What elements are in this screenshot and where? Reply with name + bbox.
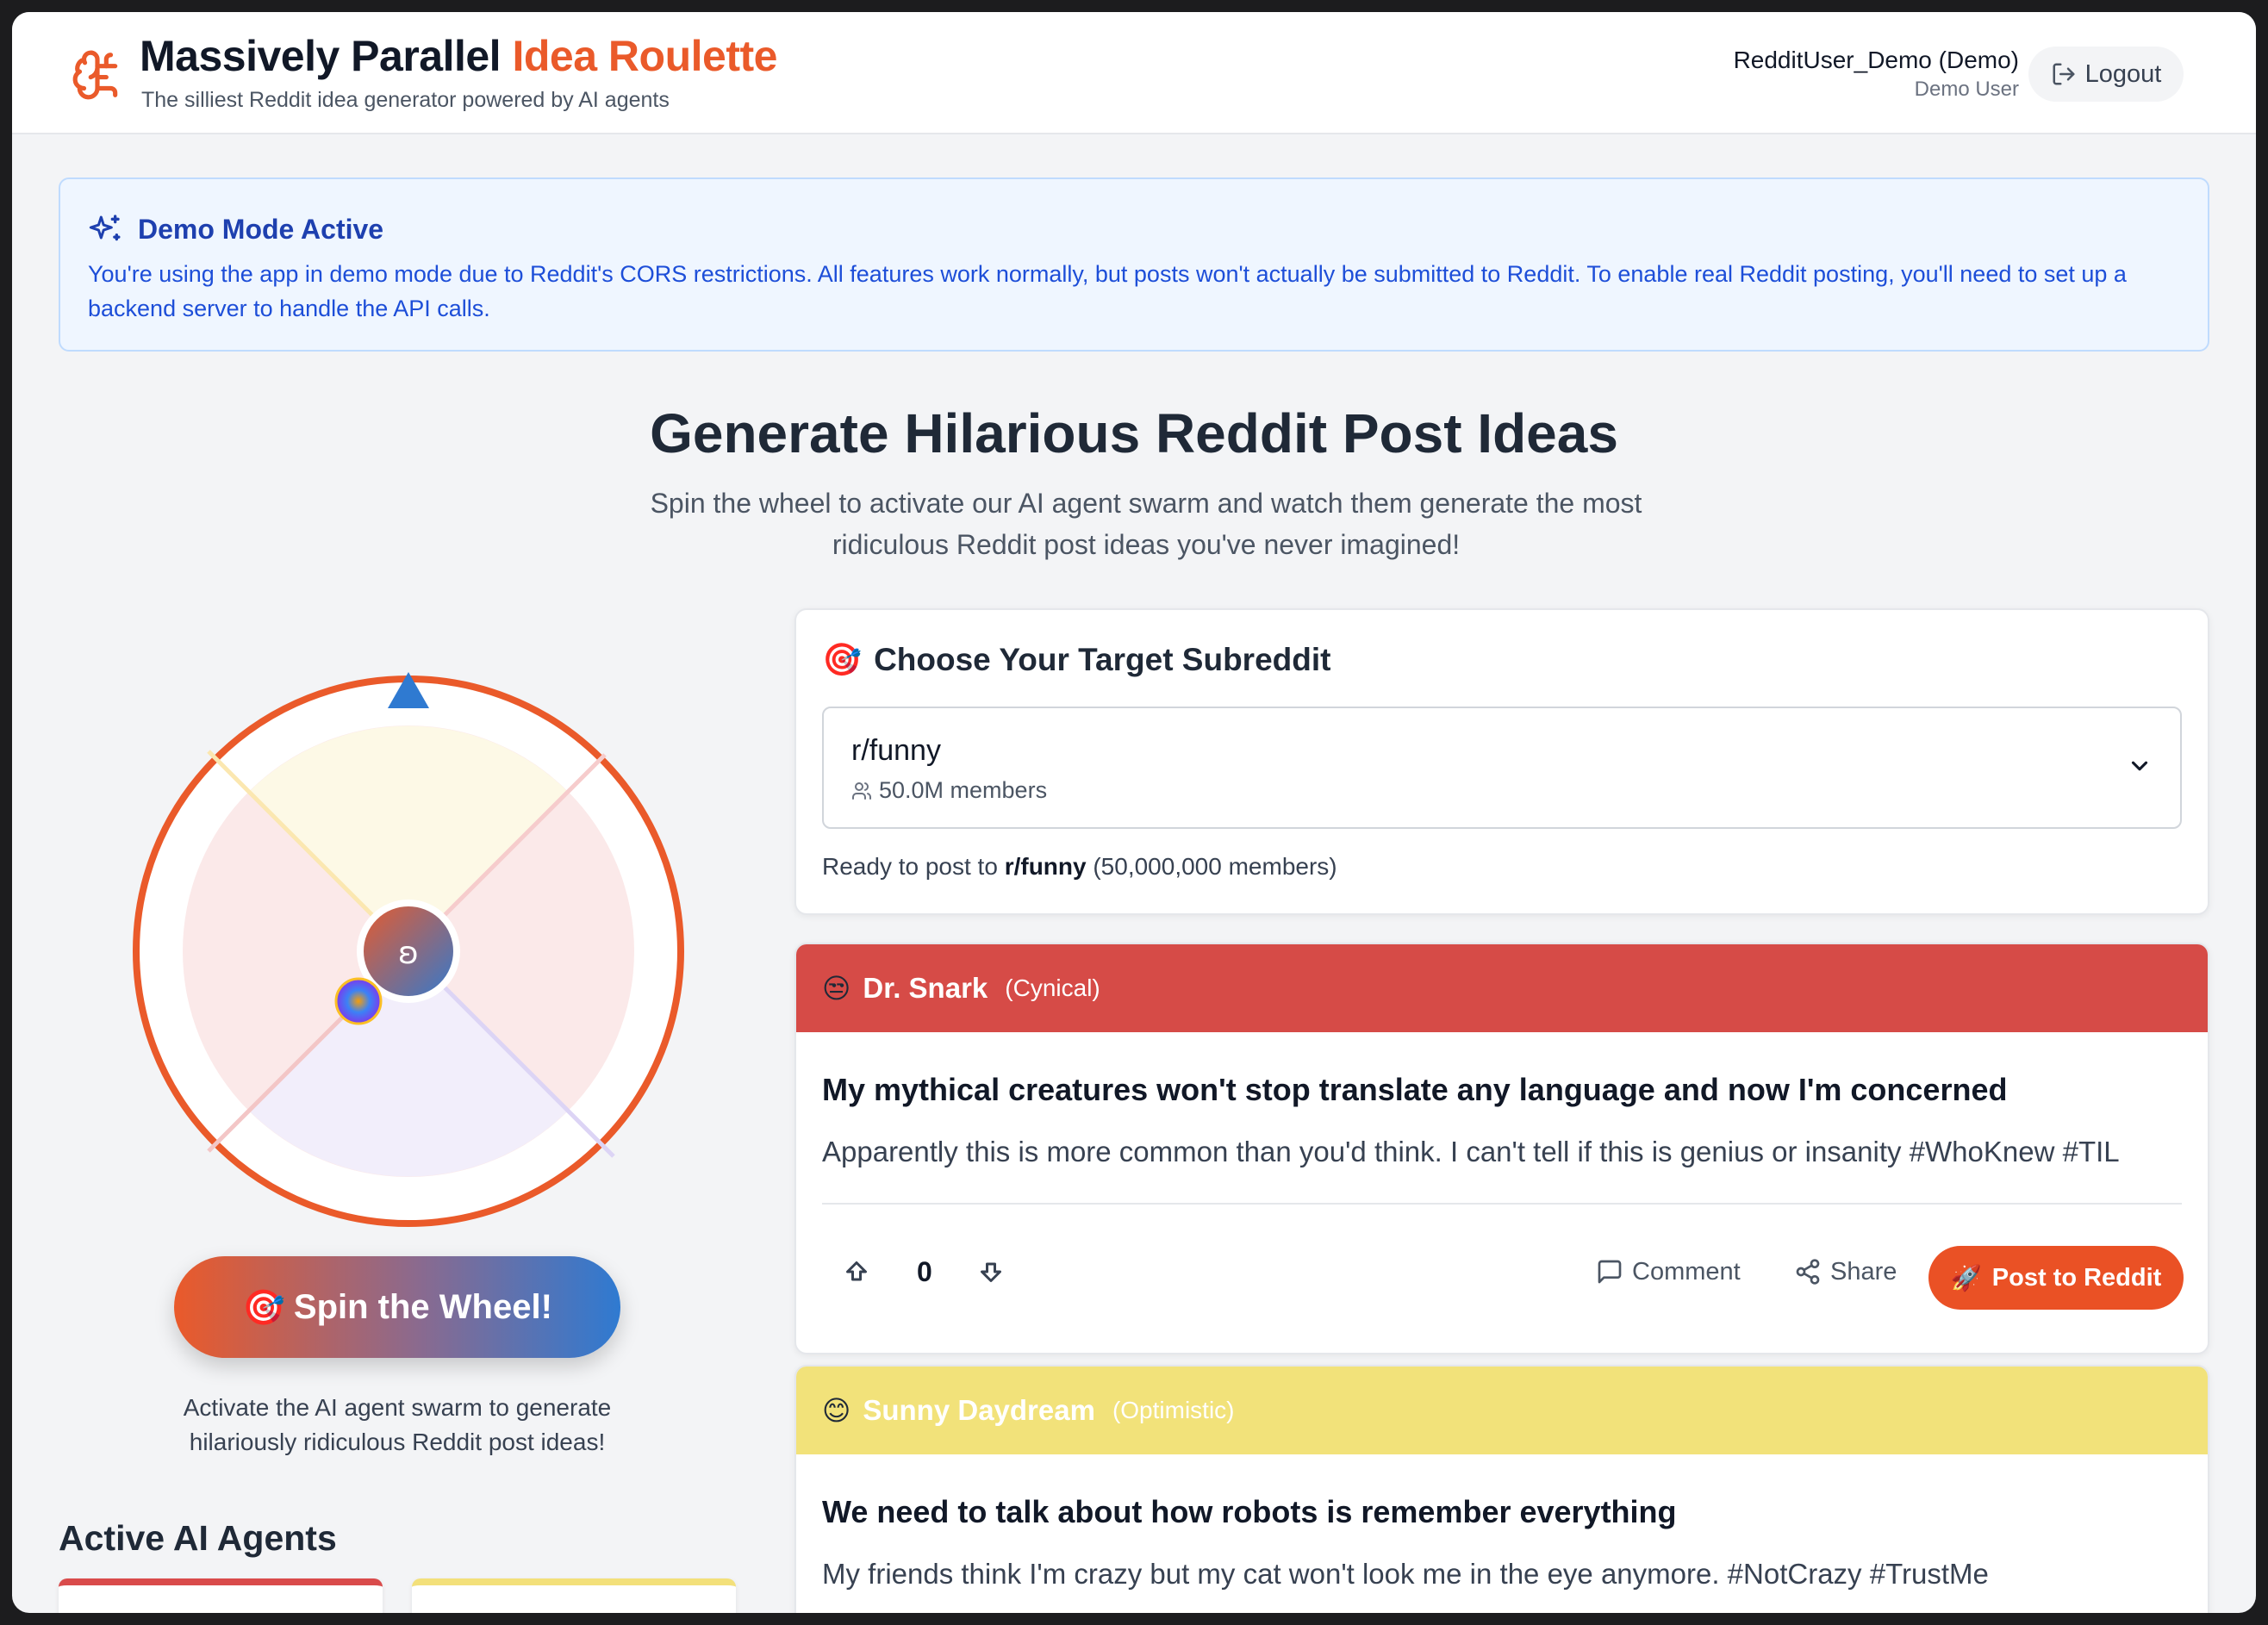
- app-subtitle: The silliest Reddit idea generator power…: [141, 88, 670, 112]
- banner-text: You're using the app in demo mode due to…: [88, 261, 2127, 321]
- page-subtitle: Spin the wheel to activate our AI agent …: [650, 488, 1642, 560]
- target-icon: 🎯: [822, 641, 863, 678]
- post-to-reddit-button[interactable]: 🚀 Post to Reddit: [1928, 1246, 2184, 1310]
- idea-card-header: 😒 Dr. Snark (Cynical): [796, 944, 2208, 1032]
- app-window: Massively Parallel Idea Roulette The sil…: [12, 12, 2256, 1613]
- user-name: RedditUser_Demo (Demo): [1733, 47, 2019, 73]
- comment-button[interactable]: Comment: [1596, 1253, 1741, 1291]
- spin-wheel-button[interactable]: 🎯 Spin the Wheel!: [174, 1256, 620, 1358]
- vote-count: 0: [917, 1256, 932, 1287]
- subreddit-members: 50.0M members: [851, 777, 1047, 804]
- subreddit-select[interactable]: r/funny 50.0M members: [822, 707, 2182, 829]
- rocket-icon: 🚀: [1950, 1262, 1982, 1292]
- upvote-arrow-icon[interactable]: [841, 1256, 872, 1287]
- sparkles-icon: [89, 215, 121, 241]
- smiling-face-icon: 😊: [822, 1394, 851, 1427]
- idea-body: Apparently this is more common than you'…: [822, 1136, 2120, 1167]
- subreddit-card: 🎯 Choose Your Target Subreddit r/funny 5…: [794, 608, 2209, 915]
- agent-card[interactable]: [59, 1578, 383, 1613]
- user-role: Demo User: [1914, 78, 2019, 101]
- agent-card[interactable]: [412, 1578, 736, 1613]
- idea-card-header: 😊 Sunny Daydream (Optimistic): [796, 1367, 2208, 1454]
- idea-card: 😒 Dr. Snark (Cynical) My mythical creatu…: [794, 943, 2209, 1354]
- brain-logo-icon: [72, 50, 118, 100]
- share-icon: [1796, 1259, 1820, 1285]
- share-label: Share: [1830, 1257, 1897, 1286]
- downvote-arrow-icon[interactable]: [975, 1256, 1006, 1287]
- agent-name: Sunny Daydream: [863, 1394, 1095, 1426]
- target-icon: 🎯: [242, 1287, 285, 1328]
- ready-prefix: Ready to post to: [822, 853, 998, 880]
- spin-caption: Activate the AI agent swarm to generate …: [183, 1394, 612, 1455]
- users-icon: [852, 781, 871, 800]
- ready-subreddit: r/funny: [1004, 853, 1087, 880]
- unamused-face-icon: 😒: [822, 972, 851, 1005]
- banner-title: Demo Mode Active: [138, 214, 384, 245]
- idea-title: We need to talk about how robots is reme…: [822, 1494, 1677, 1529]
- divider: [822, 1203, 2182, 1205]
- demo-mode-banner: Demo Mode Active You're using the app in…: [59, 177, 2209, 352]
- wheel-swirl-icon: [334, 977, 383, 1025]
- idea-card: 😊 Sunny Daydream (Optimistic) We need to…: [794, 1365, 2209, 1613]
- comment-label: Comment: [1632, 1257, 1741, 1286]
- agents-heading: Active AI Agents: [59, 1518, 337, 1558]
- ready-suffix: (50,000,000 members): [1093, 853, 1337, 880]
- share-button[interactable]: Share: [1794, 1253, 1897, 1291]
- agent-name: Dr. Snark: [863, 972, 988, 1004]
- logout-label: Logout: [2084, 59, 2162, 88]
- ready-status: Ready to post to r/funny (50,000,000 mem…: [822, 853, 1337, 881]
- post-to-reddit-label: Post to Reddit: [1991, 1263, 2162, 1292]
- app-title-accent: Idea Roulette: [512, 32, 777, 80]
- app-header: Massively Parallel Idea Roulette The sil…: [12, 12, 2256, 134]
- subreddit-selected: r/funny: [851, 734, 941, 767]
- subreddit-card-title: 🎯 Choose Your Target Subreddit: [822, 641, 1330, 679]
- subreddit-members-text: 50.0M members: [879, 777, 1048, 803]
- logout-icon: [2053, 63, 2075, 85]
- idea-title: My mythical creatures won't stop transla…: [822, 1072, 2008, 1107]
- comment-icon: [1598, 1260, 1622, 1284]
- agent-mood: (Optimistic): [1112, 1397, 1235, 1423]
- agent-mood: (Cynical): [1005, 974, 1100, 1001]
- app-title: Massively Parallel Idea Roulette: [140, 32, 777, 80]
- chevron-down-icon: [2131, 761, 2148, 771]
- subreddit-title-text: Choose Your Target Subreddit: [874, 642, 1331, 677]
- idea-body: My friends think I'm crazy but my cat wo…: [822, 1558, 1989, 1590]
- wheel-hub-brain-icon: ʚ: [398, 936, 419, 971]
- page-title: Generate Hilarious Reddit Post Ideas: [650, 402, 1618, 464]
- roulette-wheel[interactable]: ʚ: [122, 657, 691, 1242]
- logout-button[interactable]: Logout: [2028, 47, 2184, 102]
- spin-wheel-label: Spin the Wheel!: [293, 1287, 552, 1326]
